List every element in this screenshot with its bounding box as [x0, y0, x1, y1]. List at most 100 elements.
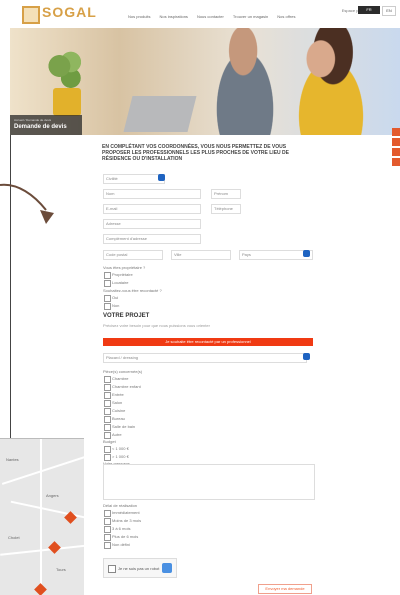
map-label: Nantes — [6, 457, 19, 462]
recontact-banner[interactable]: Je souhaite être recontacté par un profe… — [103, 338, 313, 346]
submit-button[interactable]: Envoyer ma demande — [258, 584, 312, 594]
budget-high-checkbox[interactable] — [104, 454, 111, 461]
civility-dropdown-icon[interactable] — [158, 174, 165, 181]
project-title: VOTRE PROJET — [103, 313, 150, 319]
room-checkbox[interactable] — [104, 376, 111, 383]
yellow-pot — [53, 88, 81, 116]
page-title: Demande de devis — [14, 124, 67, 130]
room-checkbox[interactable] — [104, 392, 111, 399]
nav-item-products[interactable]: Nos produits — [128, 14, 150, 19]
address-field[interactable]: Adresse — [103, 219, 201, 229]
laptop-illustration — [123, 96, 197, 132]
room-label: Autre — [112, 432, 122, 437]
owner-checkbox[interactable] — [104, 272, 111, 279]
breadcrumb[interactable]: Accueil / Demande de devis — [14, 118, 51, 122]
room-label: Chambre — [112, 376, 129, 381]
budget-low-label: < 1 000 € — [112, 446, 129, 451]
deadline-checkbox[interactable] — [104, 510, 111, 517]
phone-field[interactable]: Téléphone — [211, 204, 241, 214]
room-label: Cuisine — [112, 408, 126, 413]
recaptcha-checkbox[interactable] — [108, 565, 116, 573]
deadline-checkbox[interactable] — [104, 518, 111, 525]
deadline-checkbox[interactable] — [104, 534, 111, 541]
quote-form: EN COMPLÉTANT VOS COORDONNÉES, VOUS NOUS… — [102, 144, 312, 162]
deadline-option-label: Plus de 6 mois — [112, 534, 139, 539]
plant-illustration — [48, 50, 86, 90]
message-textarea[interactable] — [103, 464, 315, 500]
map-label: Tours — [56, 567, 66, 572]
side-action-4-button[interactable] — [392, 158, 400, 166]
budget-label: Budget — [103, 439, 116, 444]
nav-item-store[interactable]: Trouver un magasin — [233, 14, 268, 19]
recontact-question-label: Souhaitez-vous être recontacté ? — [103, 288, 162, 293]
deadline-option-label: Non défini — [112, 542, 131, 547]
language-fr-button[interactable]: FR — [358, 6, 380, 14]
language-en-button[interactable]: EN — [382, 6, 396, 16]
deadline-checkbox[interactable] — [104, 542, 111, 549]
project-subtitle: Précisez votre besoin pour que nous puis… — [103, 323, 210, 328]
person-illustration-woman — [280, 28, 382, 135]
first-name-field[interactable]: Prénom — [211, 189, 241, 199]
hero-caption: Accueil / Demande de devis Demande de de… — [10, 115, 82, 135]
deadline-label: Délai de réalisation — [103, 503, 138, 508]
logo-text[interactable]: SOGAL — [42, 4, 97, 20]
person-illustration-man — [198, 28, 292, 135]
room-checkbox[interactable] — [104, 416, 111, 423]
recontact-no-label: Non — [112, 303, 120, 308]
deadline-checkbox[interactable] — [104, 526, 111, 533]
room-checkbox[interactable] — [104, 432, 111, 439]
project-type-select[interactable]: Placard / dressing — [103, 353, 307, 363]
map-road — [40, 439, 42, 595]
address2-field[interactable]: Complément d'adresse — [103, 234, 201, 244]
recontact-yes-checkbox[interactable] — [104, 295, 111, 302]
nav-item-inspirations[interactable]: Nos inspirations — [159, 14, 187, 19]
room-checkbox[interactable] — [104, 384, 111, 391]
deadline-option-label: Moins de 3 mois — [112, 518, 142, 523]
room-label: Chambre enfant — [112, 384, 141, 389]
top-navigation: SOGAL Nos produits Nos inspirations Nous… — [10, 0, 400, 29]
country-select[interactable]: Pays — [239, 250, 313, 260]
city-field[interactable]: Ville — [171, 250, 231, 260]
recontact-no-checkbox[interactable] — [104, 303, 111, 310]
email-field[interactable]: E-mail — [103, 204, 201, 214]
map-inset[interactable]: Nantes Angers Cholet Tours — [0, 438, 84, 595]
nav-item-offers[interactable]: Nos offres — [277, 14, 295, 19]
tenant-checkbox[interactable] — [104, 280, 111, 287]
map-road — [0, 544, 84, 556]
recaptcha-label: Je ne suis pas un robot — [118, 566, 160, 571]
name-field[interactable]: Nom — [103, 189, 201, 199]
room-checkbox[interactable] — [104, 424, 111, 431]
deadline-option-label: Immédiatement — [112, 510, 140, 515]
side-floating-actions — [392, 128, 400, 168]
map-pin-icon[interactable] — [34, 583, 47, 595]
postcode-field[interactable]: Code postal — [103, 250, 163, 260]
owner-question-label: Vous êtes propriétaire ? — [103, 265, 146, 270]
map-label: Angers — [46, 493, 59, 498]
room-label: Bureau — [112, 416, 125, 421]
project-type-dropdown-icon[interactable] — [303, 353, 310, 360]
form-intro: EN COMPLÉTANT VOS COORDONNÉES, VOUS NOUS… — [102, 144, 289, 162]
side-action-1-button[interactable] — [392, 128, 400, 136]
civility-select[interactable]: Civilité — [103, 174, 165, 184]
tenant-option-label: Locataire — [112, 280, 129, 285]
map-label: Cholet — [8, 535, 20, 540]
recaptcha-logo-icon — [162, 563, 172, 573]
room-checkbox[interactable] — [104, 400, 111, 407]
logo-mark-icon[interactable] — [22, 6, 40, 24]
main-nav: Nos produits Nos inspirations Nous conta… — [128, 14, 295, 19]
nav-item-contact[interactable]: Nous contacter — [197, 14, 224, 19]
deadline-option-label: 3 à 6 mois — [112, 526, 131, 531]
owner-option-label: Propriétaire — [112, 272, 133, 277]
room-label: Entrée — [112, 392, 124, 397]
recaptcha-widget[interactable]: Je ne suis pas un robot — [103, 558, 177, 578]
room-label: Salle de bain — [112, 424, 136, 429]
budget-low-checkbox[interactable] — [104, 446, 111, 453]
country-dropdown-icon[interactable] — [303, 250, 310, 257]
map-pin-icon[interactable] — [48, 541, 61, 554]
budget-high-label: > 1 000 € — [112, 454, 129, 459]
recontact-yes-label: Oui — [112, 295, 119, 300]
room-checkbox[interactable] — [104, 408, 111, 415]
rooms-label: Pièce(s) concernée(s) — [103, 369, 143, 374]
side-action-2-button[interactable] — [392, 138, 400, 146]
side-action-3-button[interactable] — [392, 148, 400, 156]
